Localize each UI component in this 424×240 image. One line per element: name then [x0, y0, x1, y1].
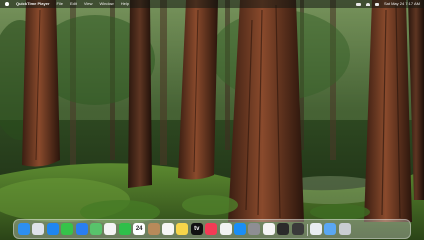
desktop-wallpaper — [0, 0, 424, 240]
downloads-icon[interactable] — [324, 223, 337, 235]
quicktime-icon[interactable] — [291, 223, 304, 235]
messages-icon[interactable] — [61, 223, 74, 235]
menu-extras: Sat May 24 7:17 AM — [351, 0, 420, 8]
menu-file[interactable]: File — [57, 0, 63, 8]
calendar-label: 24 — [135, 226, 143, 232]
calendar-icon[interactable]: 24 — [133, 223, 146, 235]
notes-icon[interactable] — [176, 223, 189, 235]
music-icon[interactable] — [205, 223, 218, 235]
safari-icon[interactable] — [46, 223, 59, 235]
tv-icon[interactable]: tv — [190, 223, 203, 235]
news-icon[interactable] — [219, 223, 232, 235]
menu-bar: QuickTime Player File Edit View Window H… — [0, 0, 424, 8]
documents-icon[interactable] — [310, 223, 322, 235]
chrome-icon[interactable] — [262, 223, 275, 235]
menu-view[interactable]: View — [84, 0, 93, 8]
photos-icon[interactable] — [104, 223, 117, 235]
menu-app-name[interactable]: QuickTime Player — [16, 0, 50, 8]
launchpad-icon[interactable] — [32, 223, 45, 235]
dock-separator — [307, 224, 308, 236]
system-settings-icon[interactable] — [248, 223, 261, 235]
app-store-icon[interactable] — [234, 223, 246, 235]
tv-label: tv — [194, 226, 200, 232]
maps-icon[interactable] — [90, 223, 102, 235]
finder-icon[interactable] — [18, 223, 30, 235]
reminders-icon[interactable] — [162, 223, 174, 235]
control-center-icon[interactable] — [374, 2, 379, 6]
terminal-icon[interactable] — [277, 223, 290, 235]
menu-window[interactable]: Window — [99, 0, 113, 8]
facetime-icon[interactable] — [118, 223, 131, 235]
menu-edit[interactable]: Edit — [70, 0, 77, 8]
wifi-icon[interactable] — [365, 2, 370, 6]
menu-clock[interactable]: Sat May 24 7:17 AM — [384, 0, 420, 8]
mail-icon[interactable] — [75, 223, 88, 235]
battery-icon[interactable] — [355, 2, 361, 6]
contacts-icon[interactable] — [147, 223, 160, 235]
dock: 24 tv — [13, 219, 411, 239]
menu-help[interactable]: Help — [121, 0, 129, 8]
apple-menu-icon[interactable] — [5, 2, 9, 6]
trash-icon[interactable] — [338, 223, 351, 235]
